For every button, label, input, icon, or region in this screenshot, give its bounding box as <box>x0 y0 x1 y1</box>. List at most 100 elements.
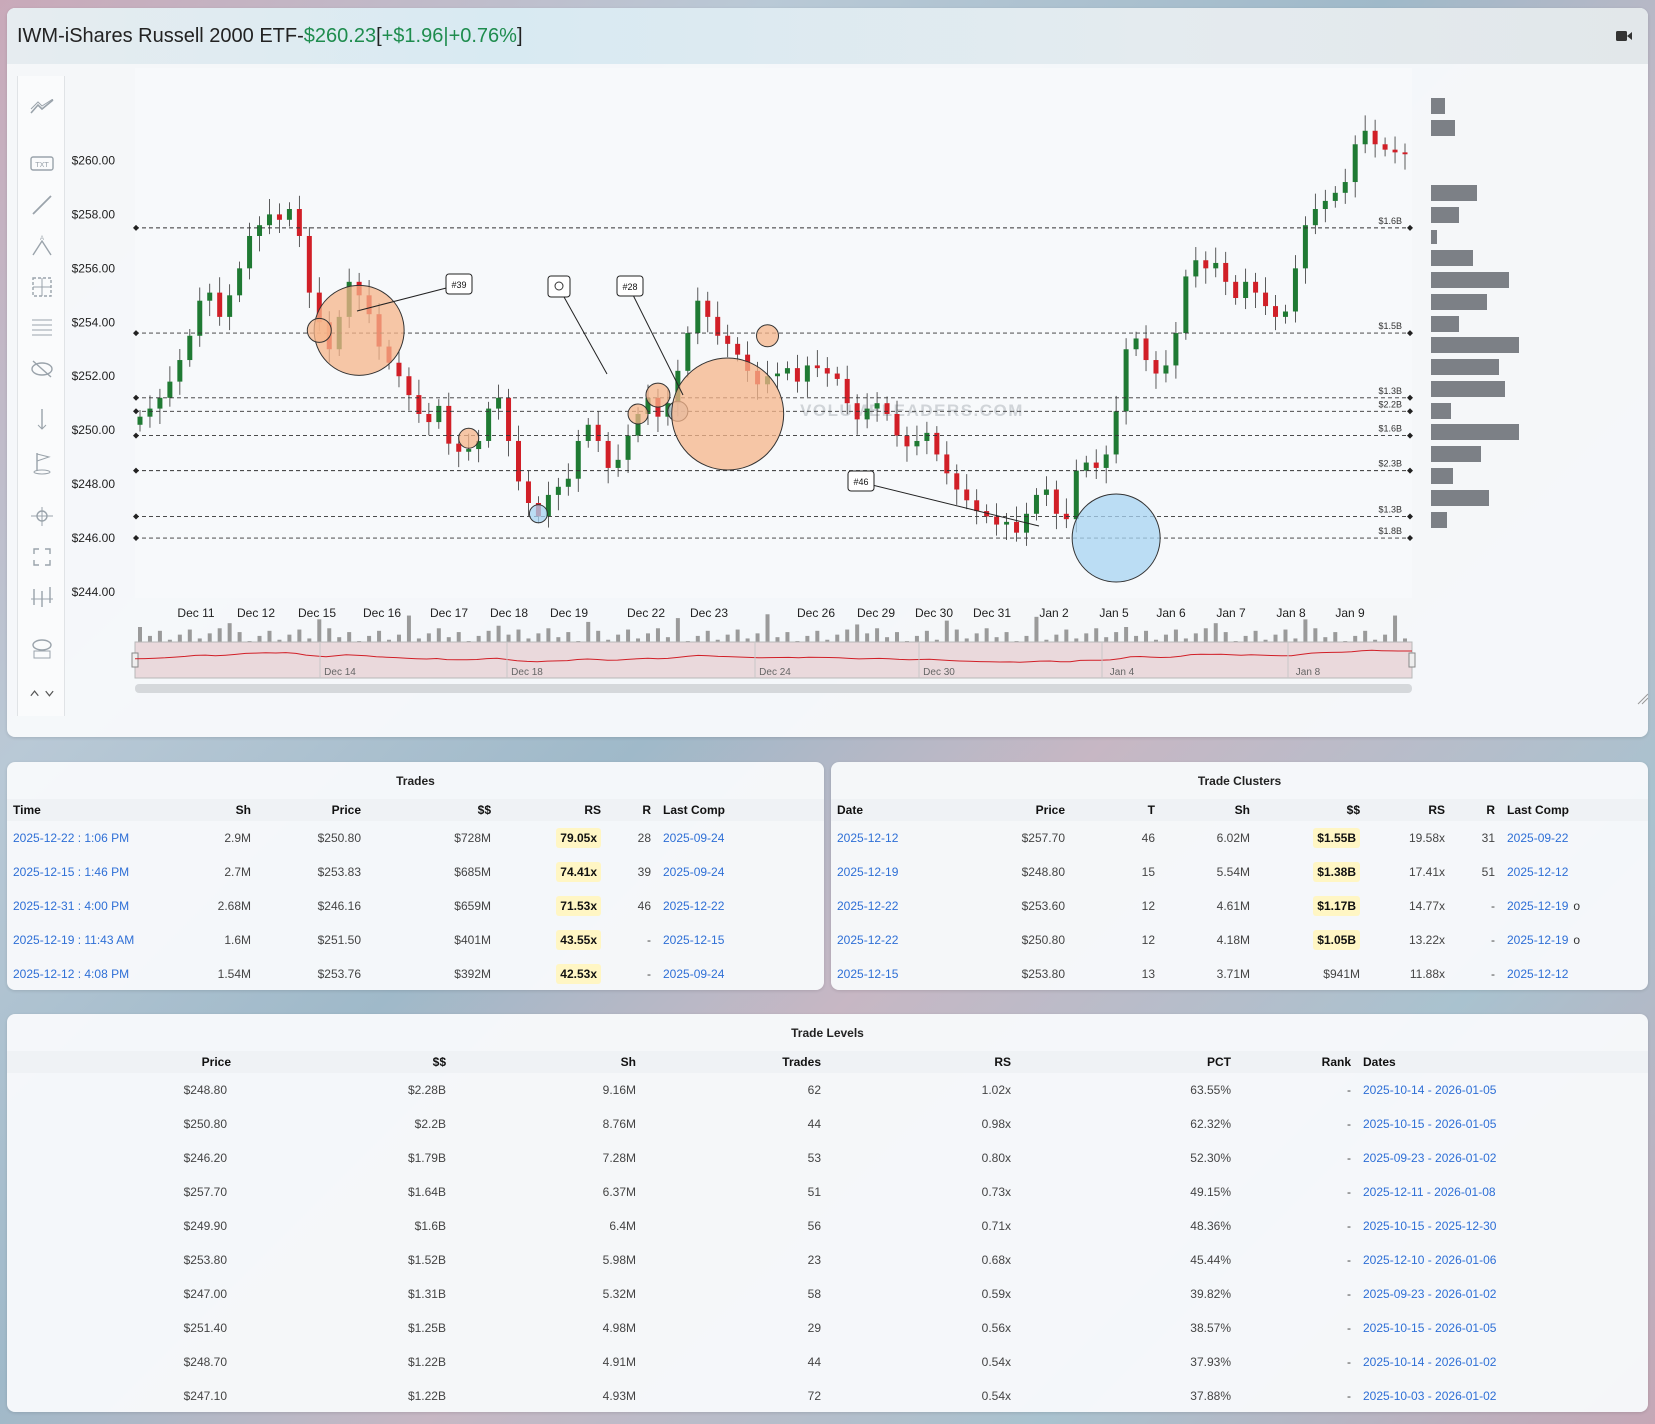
cell-value[interactable]: 2025-12-10 - 2026-01-06 <box>1363 1253 1496 1267</box>
cell-value: - <box>647 933 651 947</box>
cell-value[interactable]: 2025-10-15 - 2026-01-05 <box>1363 1117 1496 1131</box>
cell-value[interactable]: 2025-12-22 <box>837 899 898 913</box>
candle-body <box>1392 149 1398 153</box>
cell-value[interactable]: 2025-12-11 - 2026-01-08 <box>1363 1185 1496 1199</box>
cell-value[interactable]: 2025-10-15 - 2025-12-30 <box>1363 1219 1496 1233</box>
navigator-handle-right[interactable] <box>1408 652 1416 668</box>
navigator-handle-left[interactable] <box>131 652 139 668</box>
cell-value[interactable]: 2025-12-12 : 4:08 PM <box>13 967 129 981</box>
candle-body <box>197 300 203 336</box>
trade-last-comp[interactable]: 2025-09-24 <box>657 821 824 855</box>
cell-value[interactable]: 2025-12-19 <box>1507 899 1568 913</box>
cluster-date[interactable]: 2025-12-22 <box>831 889 941 923</box>
trade-last-comp[interactable]: 2025-12-22 <box>657 889 824 923</box>
cluster-date[interactable]: 2025-12-12 <box>831 821 941 855</box>
trade-bubble <box>306 317 332 343</box>
cell-value[interactable]: 2025-12-15 : 1:46 PM <box>13 865 129 879</box>
trade-last-comp[interactable]: 2025-09-24 <box>657 957 824 990</box>
trade-bubble <box>756 324 780 348</box>
trade-time[interactable]: 2025-12-15 : 1:46 PM <box>7 855 187 889</box>
level-dates[interactable]: 2025-10-15 - 2025-12-30 <box>1357 1209 1648 1243</box>
trade-last-comp[interactable]: 2025-09-24 <box>657 855 824 889</box>
level-dates[interactable]: 2025-10-15 - 2026-01-05 <box>1357 1107 1648 1141</box>
dollars-badge: $1.17B <box>1313 896 1360 916</box>
level-dates[interactable]: 2025-10-14 - 2026-01-05 <box>1357 1073 1648 1107</box>
video-camera-icon[interactable] <box>1616 30 1632 42</box>
scrollbar[interactable] <box>135 684 1412 693</box>
cell-value[interactable]: 2025-12-22 <box>663 899 724 913</box>
cluster-last-comp[interactable]: 2025-12-12 <box>1501 957 1648 990</box>
cell-value[interactable]: 2025-09-24 <box>663 967 724 981</box>
cell-value[interactable]: 2025-12-12 <box>837 831 898 845</box>
cell-value[interactable]: 2025-12-22 <box>837 933 898 947</box>
cell-value[interactable]: 2025-12-31 : 4:00 PM <box>13 899 129 913</box>
candle-body <box>1223 262 1229 282</box>
cell-value: 23 <box>807 1253 821 1267</box>
candle-body <box>217 292 223 317</box>
cluster-rs: 14.77x <box>1366 889 1451 923</box>
price-chart[interactable]: $260.00 $258.00 $256.00 $254.00 $252.00 $250.… <box>7 64 1648 737</box>
cell-value[interactable]: 2025-09-22 <box>1507 831 1568 845</box>
cell-value[interactable]: 2025-09-23 - 2026-01-02 <box>1363 1151 1496 1165</box>
cell-value[interactable]: 2025-09-24 <box>663 831 724 845</box>
volume-profile-bar <box>1431 337 1519 353</box>
level-pct: 48.36% <box>1017 1209 1237 1243</box>
cluster-date[interactable]: 2025-12-22 <box>831 923 941 957</box>
cell-value[interactable]: 2025-12-15 <box>663 933 724 947</box>
trades-panel: Trades Time Sh Price $$ RS R Last Comp 2025-12… <box>7 762 824 990</box>
cluster-date[interactable]: 2025-12-19 <box>831 855 941 889</box>
cell-value[interactable]: 2025-10-03 - 2026-01-02 <box>1363 1389 1496 1403</box>
trade-last-comp[interactable]: 2025-12-15 <box>657 923 824 957</box>
level-dates[interactable]: 2025-10-03 - 2026-01-02 <box>1357 1379 1648 1412</box>
candle-body <box>187 335 193 361</box>
cell-value[interactable]: 2025-12-15 <box>837 967 898 981</box>
trade-bubble <box>458 427 480 449</box>
level-trades: 51 <box>642 1175 827 1209</box>
cluster-last-comp[interactable]: 2025-12-19 o <box>1501 923 1648 957</box>
cell-value[interactable]: 2025-12-12 <box>1507 967 1568 981</box>
cluster-last-comp[interactable]: 2025-09-22 <box>1501 821 1648 855</box>
cell-value[interactable]: 2025-10-14 - 2026-01-05 <box>1363 1083 1496 1097</box>
cell-value: - <box>1347 1321 1351 1335</box>
level-price: $251.40 <box>7 1311 237 1345</box>
level-dates[interactable]: 2025-10-14 - 2026-01-02 <box>1357 1345 1648 1379</box>
cell-value[interactable]: 2025-12-22 : 1:06 PM <box>13 831 129 845</box>
trade-time[interactable]: 2025-12-22 : 1:06 PM <box>7 821 187 855</box>
cell-value[interactable]: 2025-12-12 <box>1507 865 1568 879</box>
levels-header-0: Price <box>201 1055 231 1069</box>
cluster-last-comp[interactable]: 2025-12-12 <box>1501 855 1648 889</box>
level-dates[interactable]: 2025-09-23 - 2026-01-02 <box>1357 1141 1648 1175</box>
trade-time[interactable]: 2025-12-19 : 11:43 AM <box>7 923 187 957</box>
cell-value[interactable]: 2025-09-24 <box>663 865 724 879</box>
level-dates[interactable]: 2025-12-10 - 2026-01-06 <box>1357 1243 1648 1277</box>
cell-value[interactable]: 2025-12-19 : 11:43 AM <box>13 933 134 947</box>
cell-value[interactable]: 2025-12-19 <box>1507 933 1568 947</box>
candle-body <box>426 413 432 423</box>
candle-body <box>964 489 970 501</box>
cell-value[interactable]: 2025-12-19 <box>837 865 898 879</box>
trade-time[interactable]: 2025-12-12 : 4:08 PM <box>7 957 187 990</box>
trade-time[interactable]: 2025-12-31 : 4:00 PM <box>7 889 187 923</box>
candle-body <box>496 397 502 409</box>
cell-value[interactable]: 2025-10-14 - 2026-01-02 <box>1363 1355 1496 1369</box>
x-tick-label: Dec 11 <box>177 606 214 620</box>
table-row: $251.40 $1.25B 4.98M 29 0.56x 38.57% -2025-10-… <box>7 1311 1648 1345</box>
table-row: 2025-12-12 $257.70 46 6.02M $1.55B 19.58x 31 20… <box>831 821 1648 855</box>
level-trades: 29 <box>642 1311 827 1345</box>
trade-price: $253.76 <box>257 957 367 990</box>
level-dates[interactable]: 2025-10-15 - 2026-01-05 <box>1357 1311 1648 1345</box>
level-label: $1.8B <box>1378 526 1402 536</box>
cell-value: $253.60 <box>1021 899 1065 913</box>
cell-value: $1.64B <box>407 1185 446 1199</box>
level-rank: - <box>1237 1345 1357 1379</box>
level-dates[interactable]: 2025-09-23 - 2026-01-02 <box>1357 1277 1648 1311</box>
level-dates[interactable]: 2025-12-11 - 2026-01-08 <box>1357 1175 1648 1209</box>
volume-profile-bar <box>1431 98 1445 114</box>
cluster-date[interactable]: 2025-12-15 <box>831 957 941 990</box>
cluster-last-comp[interactable]: 2025-12-19 o <box>1501 889 1648 923</box>
candle-body <box>137 416 143 425</box>
callout-label: #46 <box>853 477 868 487</box>
cell-value: $659M <box>454 899 491 913</box>
cell-value[interactable]: 2025-09-23 - 2026-01-02 <box>1363 1287 1496 1301</box>
cell-value[interactable]: 2025-10-15 - 2026-01-05 <box>1363 1321 1496 1335</box>
